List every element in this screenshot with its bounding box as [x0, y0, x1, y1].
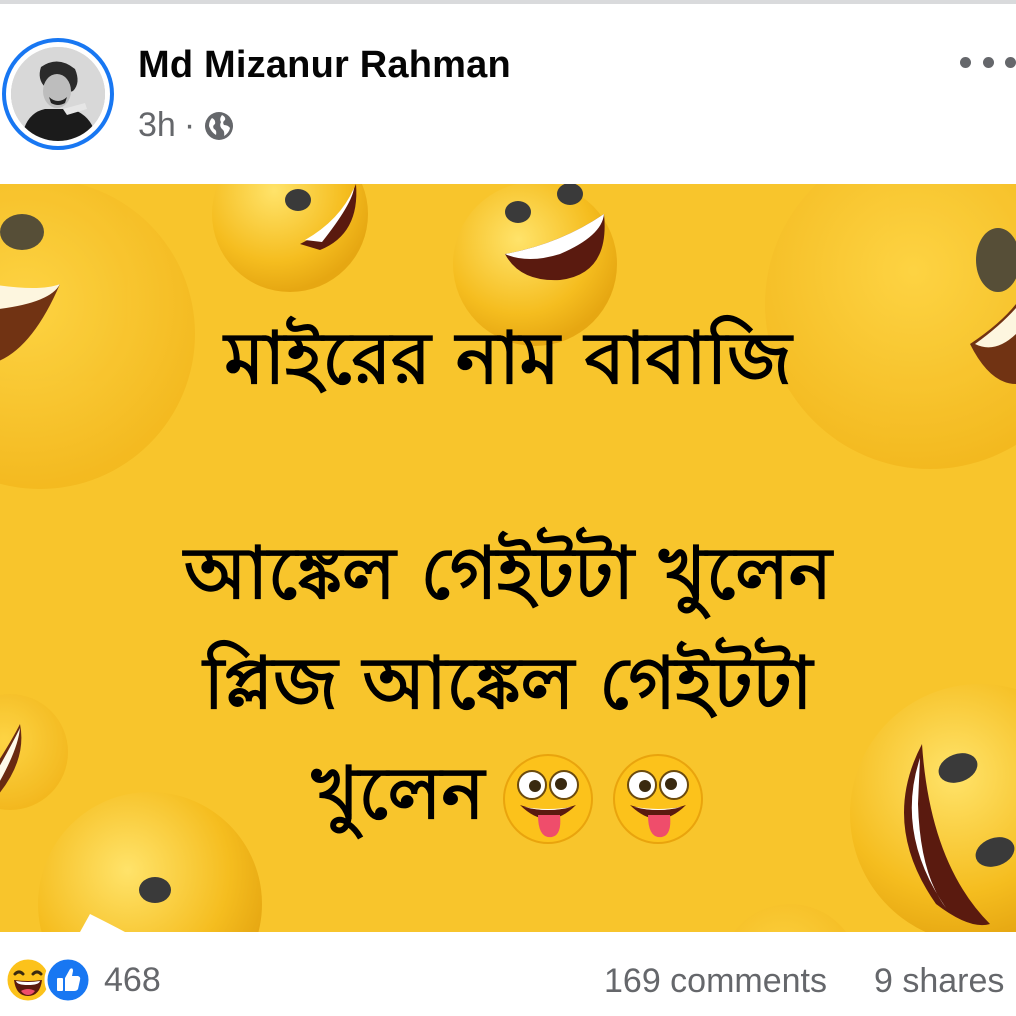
meta-separator: · — [183, 106, 196, 144]
author-name[interactable]: Md Mizanur Rahman — [138, 44, 511, 87]
dot-icon — [960, 56, 971, 68]
caption-line: খুলেন — [311, 751, 485, 835]
post-footer: 468 169 comments 9 shares — [0, 932, 1016, 1016]
post-image[interactable]: মাইরের নাম বাবাজি আঙ্কেল গেইটটা খুলেন প্… — [0, 184, 1016, 932]
caption-line: আঙ্কেল গেইটটা খুলেন — [184, 531, 832, 615]
like-reaction-icon — [44, 956, 92, 1004]
shares-count[interactable]: 9 shares — [874, 962, 1004, 1001]
globe-icon[interactable] — [203, 110, 235, 142]
comments-count[interactable]: 169 comments — [604, 962, 827, 1001]
post-meta: 3h · — [138, 106, 235, 145]
avatar-photo — [11, 47, 105, 141]
more-options-button[interactable] — [960, 42, 1016, 82]
reactions-summary[interactable]: 468 — [4, 956, 161, 1004]
dot-icon — [982, 56, 994, 68]
caption-line: মাইরের নাম বাবাজি — [224, 316, 792, 400]
caption-line-with-emoji: খুলেন — [0, 739, 1016, 859]
zany-face-emoji — [612, 753, 704, 845]
reaction-count: 468 — [104, 960, 161, 999]
post-header: Md Mizanur Rahman 3h · — [0, 4, 1016, 184]
author-avatar[interactable] — [2, 38, 114, 150]
zany-face-emoji — [502, 753, 594, 845]
post-caption-overlay: মাইরের নাম বাবাজি আঙ্কেল গেইটটা খুলেন প্… — [0, 184, 1016, 932]
facebook-post: Md Mizanur Rahman 3h · মাইরের নাম বাবাজি… — [0, 0, 1016, 1016]
caption-line: প্লিজ আঙ্কেল গেইটটা — [203, 641, 813, 725]
dot-icon — [1005, 56, 1016, 68]
post-time[interactable]: 3h — [138, 106, 176, 145]
